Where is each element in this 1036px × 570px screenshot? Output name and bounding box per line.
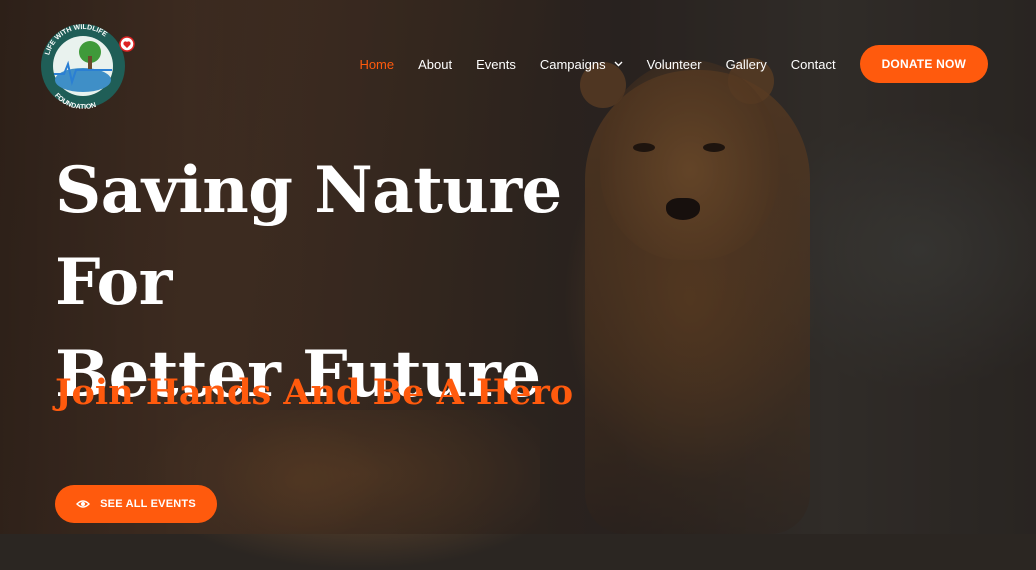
hero-headline-line1: Saving Nature For: [55, 153, 562, 320]
nav-home[interactable]: Home: [359, 57, 394, 72]
nav-campaigns-label: Campaigns: [539, 56, 606, 72]
nav-contact[interactable]: Contact: [791, 57, 836, 72]
chevron-down-icon: [614, 59, 623, 69]
donate-now-button[interactable]: DONATE NOW: [859, 45, 988, 83]
main-nav: Home About Events Campaigns Volunteer Ga…: [359, 45, 988, 83]
see-all-events-label: SEE ALL EVENTS: [100, 498, 196, 510]
nav-volunteer[interactable]: Volunteer: [647, 57, 702, 72]
nav-gallery[interactable]: Gallery: [726, 57, 767, 72]
see-all-events-button[interactable]: SEE ALL EVENTS: [55, 485, 217, 523]
hero-tagline: Join Hands And Be A Hero: [55, 372, 574, 413]
nav-campaigns[interactable]: Campaigns: [540, 57, 623, 72]
eye-icon: [76, 499, 91, 509]
foundation-logo-icon: LIFE WITH WILDLIFE FOUNDATION: [41, 24, 135, 111]
nav-about[interactable]: About: [418, 57, 452, 72]
nav-events[interactable]: Events: [476, 57, 516, 72]
site-logo[interactable]: LIFE WITH WILDLIFE FOUNDATION: [30, 14, 136, 114]
